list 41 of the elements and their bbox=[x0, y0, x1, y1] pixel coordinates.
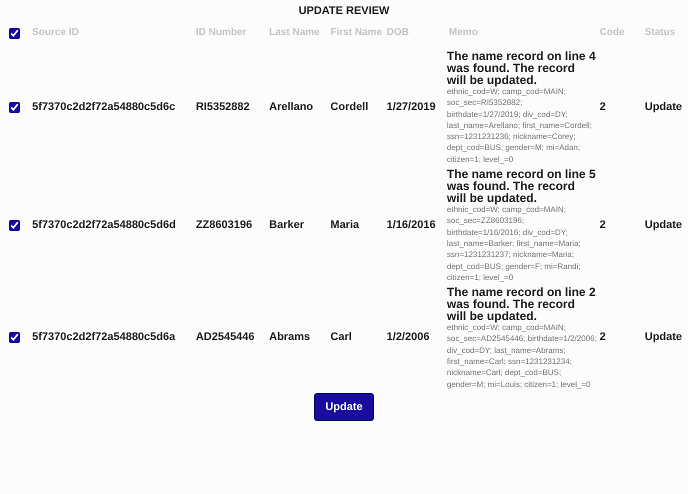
row-checkbox[interactable] bbox=[9, 220, 20, 231]
table-cell: Carl bbox=[330, 331, 352, 344]
table-cell: 2 bbox=[600, 331, 606, 344]
column-header: ID Number bbox=[196, 26, 246, 38]
update-button[interactable]: Update bbox=[314, 392, 374, 422]
table-cell: 1/16/2016 bbox=[386, 218, 436, 231]
table-cell: Cordell bbox=[330, 100, 368, 113]
table-cell: 2 bbox=[600, 100, 606, 113]
memo-title: The name record on line 2 was found. The record will be updated. bbox=[446, 286, 597, 322]
column-header: Memo bbox=[448, 26, 478, 38]
memo-detail: ethnic_cod=W; camp_cod=MAIN; soc_sec=ZZ8603196; birthdate=1/16/2016; div_cod=DY; last_name=Barker; first_name=Maria; ssn=1231231237; nickname=Maria; dept_cod=BUS; gender=F; mi=Randi; citizen=1; level_=0 bbox=[446, 204, 582, 284]
table-cell: ZZ8603196 bbox=[196, 218, 252, 231]
table-cell: Update bbox=[644, 331, 682, 344]
row-checkbox[interactable] bbox=[9, 332, 20, 344]
table-cell: Arellano bbox=[269, 100, 314, 113]
memo-title: The name record on line 4 was found. The record will be updated. bbox=[446, 50, 597, 86]
memo-detail: ethnic_cod=W; camp_cod=MAIN; soc_sec=RI5352882; birthdate=1/27/2019; div_cod=DY; last_name=Arellano; first_name=Cordell; ssn=1231231236; nickname=Corey; dept_cod=BUS; gender=M; mi=Adan; citizen=1; level_=0 bbox=[446, 86, 593, 166]
table-cell: Maria bbox=[330, 218, 360, 231]
column-header: Status bbox=[644, 26, 676, 38]
column-header: Code bbox=[600, 26, 625, 38]
column-header: DOB bbox=[386, 26, 409, 38]
table-cell: 2 bbox=[600, 218, 606, 231]
table-cell: Update bbox=[644, 100, 682, 113]
column-header: First Name bbox=[330, 26, 382, 38]
table-cell: 5f7370c2d2f72a54880c5d6a bbox=[32, 331, 176, 344]
column-header: Source ID bbox=[32, 26, 79, 38]
column-header: Last Name bbox=[269, 26, 320, 38]
table-cell: Barker bbox=[269, 218, 304, 231]
table-cell: RI5352882 bbox=[196, 100, 250, 113]
table-cell: 1/27/2019 bbox=[386, 100, 436, 113]
table-cell: 5f7370c2d2f72a54880c5d6c bbox=[32, 100, 176, 113]
table-cell: AD2545446 bbox=[196, 331, 255, 344]
table-cell: Abrams bbox=[269, 331, 310, 344]
page-title: UPDATE REVIEW bbox=[298, 4, 390, 18]
table-cell: 1/2/2006 bbox=[386, 331, 430, 344]
table-cell: Update bbox=[644, 218, 682, 231]
select-all-checkbox[interactable] bbox=[9, 28, 20, 38]
table-cell: 5f7370c2d2f72a54880c5d6d bbox=[32, 218, 176, 231]
row-checkbox[interactable] bbox=[9, 102, 20, 113]
memo-detail: ethnic_cod=W; camp_cod=MAIN; soc_sec=AD2545446; birthdate=1/2/2006; div_cod=DY; last_name=Abrams; first_name=Carl; ssn=1231231234; nickname=Carl; dept_cod=BUS; gender=M; mi=Louis; citizen=1; level_=0 bbox=[446, 322, 598, 390]
memo-title: The name record on line 5 was found. The record will be updated. bbox=[446, 168, 597, 204]
